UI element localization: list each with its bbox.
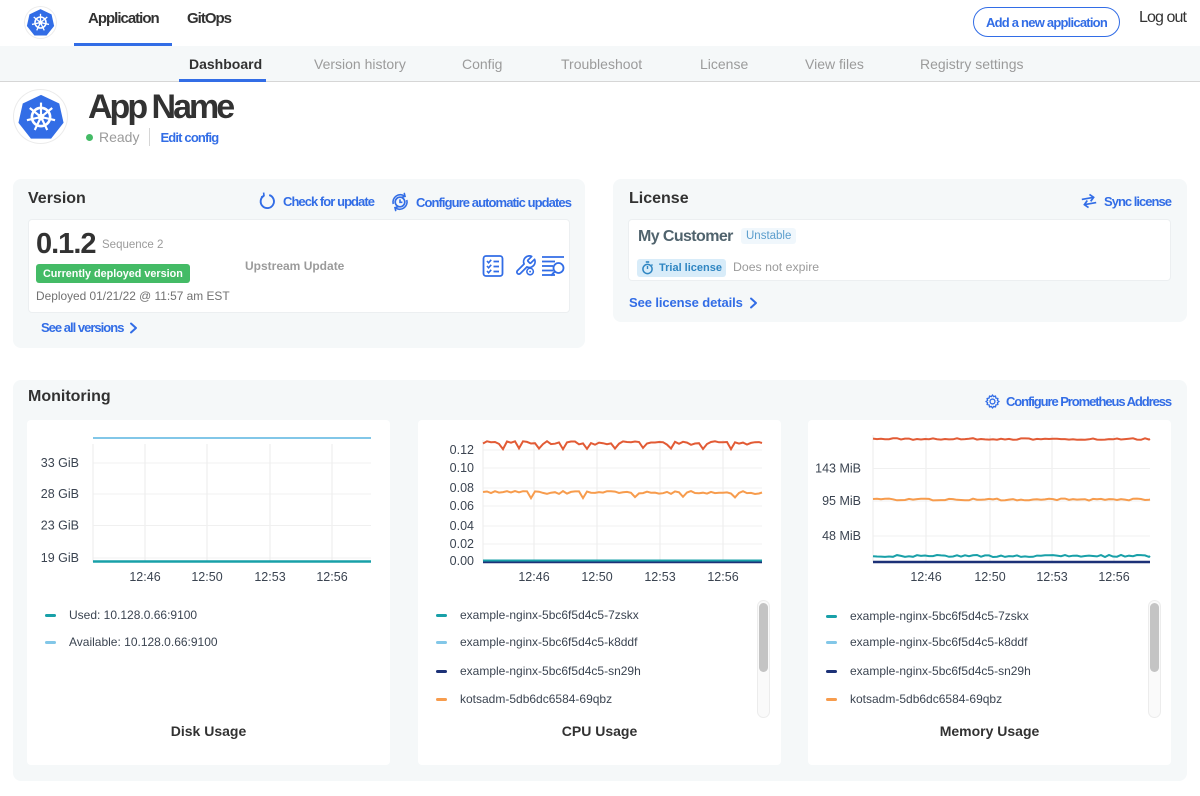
svg-text:12:50: 12:50: [191, 570, 222, 584]
svg-text:12:53: 12:53: [1036, 570, 1067, 584]
svg-text:0.12: 0.12: [450, 443, 474, 457]
svg-text:143 MiB: 143 MiB: [815, 462, 861, 476]
svg-text:0.04: 0.04: [450, 519, 474, 533]
svg-text:12:56: 12:56: [316, 570, 347, 584]
svg-text:48 MiB: 48 MiB: [822, 529, 861, 543]
svg-text:0.06: 0.06: [450, 499, 474, 513]
svg-text:23 GiB: 23 GiB: [41, 519, 79, 533]
svg-text:12:56: 12:56: [1098, 570, 1129, 584]
svg-text:0.08: 0.08: [450, 481, 474, 495]
svg-text:12:46: 12:46: [910, 570, 941, 584]
svg-text:28 GiB: 28 GiB: [41, 487, 79, 501]
svg-text:12:50: 12:50: [974, 570, 1005, 584]
svg-text:12:50: 12:50: [581, 570, 612, 584]
svg-text:12:46: 12:46: [129, 570, 160, 584]
svg-text:0.00: 0.00: [450, 554, 474, 568]
svg-text:12:56: 12:56: [707, 570, 738, 584]
svg-text:12:46: 12:46: [518, 570, 549, 584]
svg-text:33 GiB: 33 GiB: [41, 456, 79, 470]
svg-text:0.02: 0.02: [450, 537, 474, 551]
svg-text:19 GiB: 19 GiB: [41, 551, 79, 565]
svg-text:95 MiB: 95 MiB: [822, 494, 861, 508]
svg-text:12:53: 12:53: [644, 570, 675, 584]
svg-text:0.10: 0.10: [450, 461, 474, 475]
svg-text:12:53: 12:53: [254, 570, 285, 584]
